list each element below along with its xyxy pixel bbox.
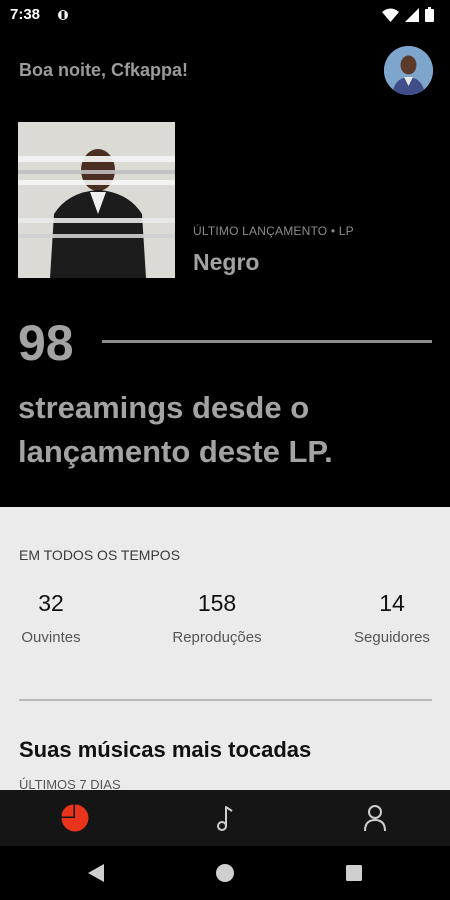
stat-listeners: 32 Ouvintes	[19, 589, 83, 646]
stat-value: 158	[197, 590, 237, 616]
pie-chart-icon	[61, 804, 89, 832]
back-button[interactable]	[86, 863, 106, 883]
profile-icon	[364, 805, 386, 832]
stat-label: Seguidores	[354, 629, 430, 646]
stat-label: Ouvintes	[21, 629, 81, 646]
avatar-image	[384, 46, 433, 95]
status-bar: 7:38	[0, 0, 450, 30]
nav-tab-profile[interactable]	[300, 790, 450, 846]
nav-tab-stats[interactable]	[0, 790, 150, 846]
all-time-label: EM TODOS OS TEMPOS	[19, 547, 181, 563]
system-nav-bar	[0, 846, 450, 900]
stream-count: 98	[18, 315, 74, 371]
wifi-icon	[382, 8, 399, 22]
signal-icon	[405, 7, 419, 22]
greeting: Boa noite, Cfkappa!	[19, 60, 189, 80]
stat-followers: 14 Seguidores	[350, 589, 434, 646]
release-kicker: ÚLTIMO LANÇAMENTO • LP	[193, 224, 354, 238]
notification-icon	[58, 10, 68, 20]
stream-divider	[102, 340, 432, 343]
stat-plays: 158 Reproduções	[168, 589, 266, 646]
album-cover[interactable]	[18, 122, 175, 278]
stats-panel: EM TODOS OS TEMPOS 32 Ouvintes 158 Repro…	[0, 507, 450, 792]
status-icons	[382, 7, 434, 22]
stream-caption: streamings desde o lançamento deste LP.	[18, 390, 333, 469]
avatar[interactable]	[384, 46, 433, 95]
album-cover-art	[18, 122, 175, 278]
recents-icon	[346, 865, 362, 881]
home-button[interactable]	[215, 863, 235, 883]
section-divider	[19, 699, 432, 701]
home-icon	[216, 864, 234, 882]
release-title[interactable]: Negro	[193, 249, 259, 276]
stat-label: Reproduções	[172, 629, 262, 646]
stat-value: 32	[38, 590, 64, 616]
back-icon	[88, 864, 104, 882]
status-time: 7:38	[10, 6, 41, 23]
bottom-nav	[0, 790, 450, 846]
stat-value: 14	[379, 590, 405, 616]
nav-tab-music[interactable]	[150, 790, 300, 846]
battery-icon	[425, 7, 434, 22]
recents-button[interactable]	[344, 863, 364, 883]
music-note-icon	[217, 806, 233, 831]
top-songs-title: Suas músicas mais tocadas	[19, 737, 312, 762]
